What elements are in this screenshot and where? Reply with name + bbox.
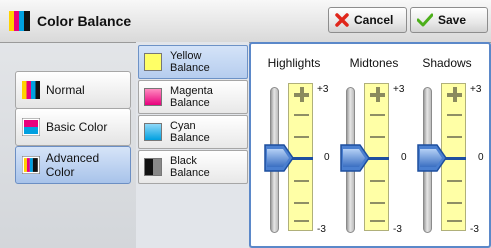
cancel-label: Cancel bbox=[354, 13, 394, 27]
shadows-plus-icon bbox=[447, 87, 462, 102]
midtones-mid-label: 0 bbox=[401, 152, 407, 163]
checkmark-icon bbox=[417, 13, 433, 27]
preset-normal-label: Normal bbox=[46, 83, 85, 97]
yellow-balance-button[interactable]: Yellow Balance bbox=[138, 45, 248, 79]
shadows-min-label: -3 bbox=[470, 224, 479, 235]
save-label: Save bbox=[438, 13, 467, 27]
magenta-balance-button[interactable]: Magenta Balance bbox=[138, 80, 248, 114]
shadows-slider-thumb[interactable] bbox=[415, 143, 447, 173]
normal-swatch-icon bbox=[22, 81, 40, 99]
black-balance-button[interactable]: Black Balance bbox=[138, 150, 248, 184]
color-balance-icon bbox=[9, 11, 30, 31]
black-balance-label: Black Balance bbox=[170, 155, 210, 179]
highlights-max-label: +3 bbox=[317, 84, 329, 95]
preset-advanced-color-label: Advanced Color bbox=[45, 151, 100, 179]
cancel-x-icon bbox=[335, 13, 349, 27]
shadows-mid-label: 0 bbox=[478, 152, 484, 163]
midtones-plus-icon bbox=[370, 87, 385, 102]
preset-normal-button[interactable]: Normal bbox=[15, 71, 131, 109]
advanced-color-swatch-icon bbox=[22, 156, 40, 174]
midtones-heading: Midtones bbox=[349, 56, 399, 70]
basic-color-swatch-icon bbox=[22, 118, 40, 136]
page-title: Color Balance bbox=[37, 13, 132, 29]
cancel-button[interactable]: Cancel bbox=[328, 7, 407, 33]
preset-basic-color-button[interactable]: Basic Color bbox=[15, 108, 131, 146]
preset-advanced-color-button[interactable]: Advanced Color bbox=[15, 146, 131, 184]
cyan-balance-label: Cyan Balance bbox=[170, 120, 210, 144]
preset-basic-color-label: Basic Color bbox=[46, 120, 108, 134]
yellow-swatch-icon bbox=[144, 53, 162, 71]
midtones-min-label: -3 bbox=[393, 224, 402, 235]
highlights-min-label: -3 bbox=[317, 224, 326, 235]
highlights-heading: Highlights bbox=[267, 56, 321, 70]
midtones-slider-thumb[interactable] bbox=[338, 143, 370, 173]
magenta-balance-label: Magenta Balance bbox=[170, 85, 213, 109]
highlights-mid-label: 0 bbox=[324, 152, 330, 163]
midtones-max-label: +3 bbox=[393, 84, 405, 95]
highlights-plus-icon bbox=[294, 87, 309, 102]
black-swatch-icon bbox=[144, 158, 162, 176]
magenta-swatch-icon bbox=[144, 88, 162, 106]
cyan-balance-button[interactable]: Cyan Balance bbox=[138, 115, 248, 149]
save-button[interactable]: Save bbox=[410, 7, 488, 33]
shadows-heading: Shadows bbox=[422, 56, 472, 70]
yellow-balance-label: Yellow Balance bbox=[170, 50, 210, 74]
cyan-swatch-icon bbox=[144, 123, 162, 141]
shadows-max-label: +3 bbox=[470, 84, 482, 95]
highlights-slider-thumb[interactable] bbox=[262, 143, 294, 173]
